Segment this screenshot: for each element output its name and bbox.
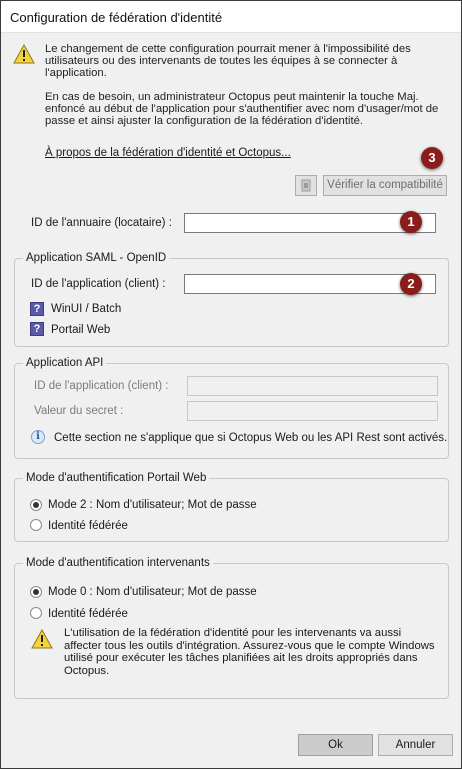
info-icon: i — [31, 430, 45, 444]
agent-auth-warning: L'utilisation de la fédération d'identit… — [64, 627, 435, 677]
api-secret-label: Valeur du secret : — [34, 405, 124, 417]
compat-icon-button[interactable] — [295, 175, 317, 196]
agent-auth-federated-radio[interactable] — [30, 607, 42, 619]
federation-help-link[interactable]: À propos de la fédération d'identité et … — [45, 147, 291, 159]
api-client-id-input[interactable] — [187, 376, 438, 396]
callout-badge-2: 2 — [400, 273, 422, 295]
ok-button[interactable]: Ok — [298, 734, 373, 756]
saml-client-id-input[interactable] — [184, 274, 436, 294]
warning-icon — [13, 44, 35, 64]
winui-batch-label: WinUI / Batch — [51, 303, 122, 315]
title-bar[interactable]: Configuration de fédération d'identité — [1, 1, 461, 33]
agent-auth-mode0-label[interactable]: Mode 0 : Nom d'utilisateur; Mot de passe — [48, 586, 257, 598]
callout-badge-3: 3 — [421, 147, 443, 169]
api-group-legend: Application API — [23, 357, 107, 369]
saml-client-id-label: ID de l'application (client) : — [31, 278, 166, 290]
question-icon: ? — [30, 302, 44, 316]
web-auth-federated-radio[interactable] — [30, 519, 42, 531]
api-client-id-label: ID de l'application (client) : — [34, 380, 169, 392]
agent-auth-mode0-radio[interactable] — [30, 586, 42, 598]
cancel-button[interactable]: Annuler — [378, 734, 453, 756]
dialog-window: Configuration de fédération d'identité L… — [0, 0, 462, 769]
warning-paragraph-2: En cas de besoin, un administrateur Octo… — [45, 91, 439, 127]
api-info-text: Cette section ne s'applique que si Octop… — [54, 432, 448, 444]
warning-message: Le changement de cette configuration pou… — [45, 43, 445, 139]
api-secret-input[interactable] — [187, 401, 438, 421]
saml-group-legend: Application SAML - OpenID — [23, 252, 170, 264]
web-auth-mode2-label[interactable]: Mode 2 : Nom d'utilisateur; Mot de passe — [48, 499, 257, 511]
agent-auth-group-legend: Mode d'authentification intervenants — [23, 557, 213, 569]
compat-icon — [301, 179, 311, 192]
directory-id-label: ID de l'annuaire (locataire) : — [31, 217, 172, 229]
question-icon: ? — [30, 322, 44, 336]
web-auth-group-legend: Mode d'authentification Portail Web — [23, 472, 210, 484]
web-portal-label: Portail Web — [51, 324, 111, 336]
agent-auth-federated-label[interactable]: Identité fédérée — [48, 608, 128, 620]
warning-icon — [31, 629, 53, 649]
window-title: Configuration de fédération d'identité — [10, 10, 223, 25]
check-compatibility-button[interactable]: Vérifier la compatibilité — [323, 175, 447, 196]
warning-paragraph-1: Le changement de cette configuration pou… — [45, 43, 411, 79]
callout-badge-1: 1 — [400, 211, 422, 233]
web-auth-federated-label[interactable]: Identité fédérée — [48, 520, 128, 532]
directory-id-input[interactable] — [184, 213, 436, 233]
web-auth-mode2-radio[interactable] — [30, 499, 42, 511]
